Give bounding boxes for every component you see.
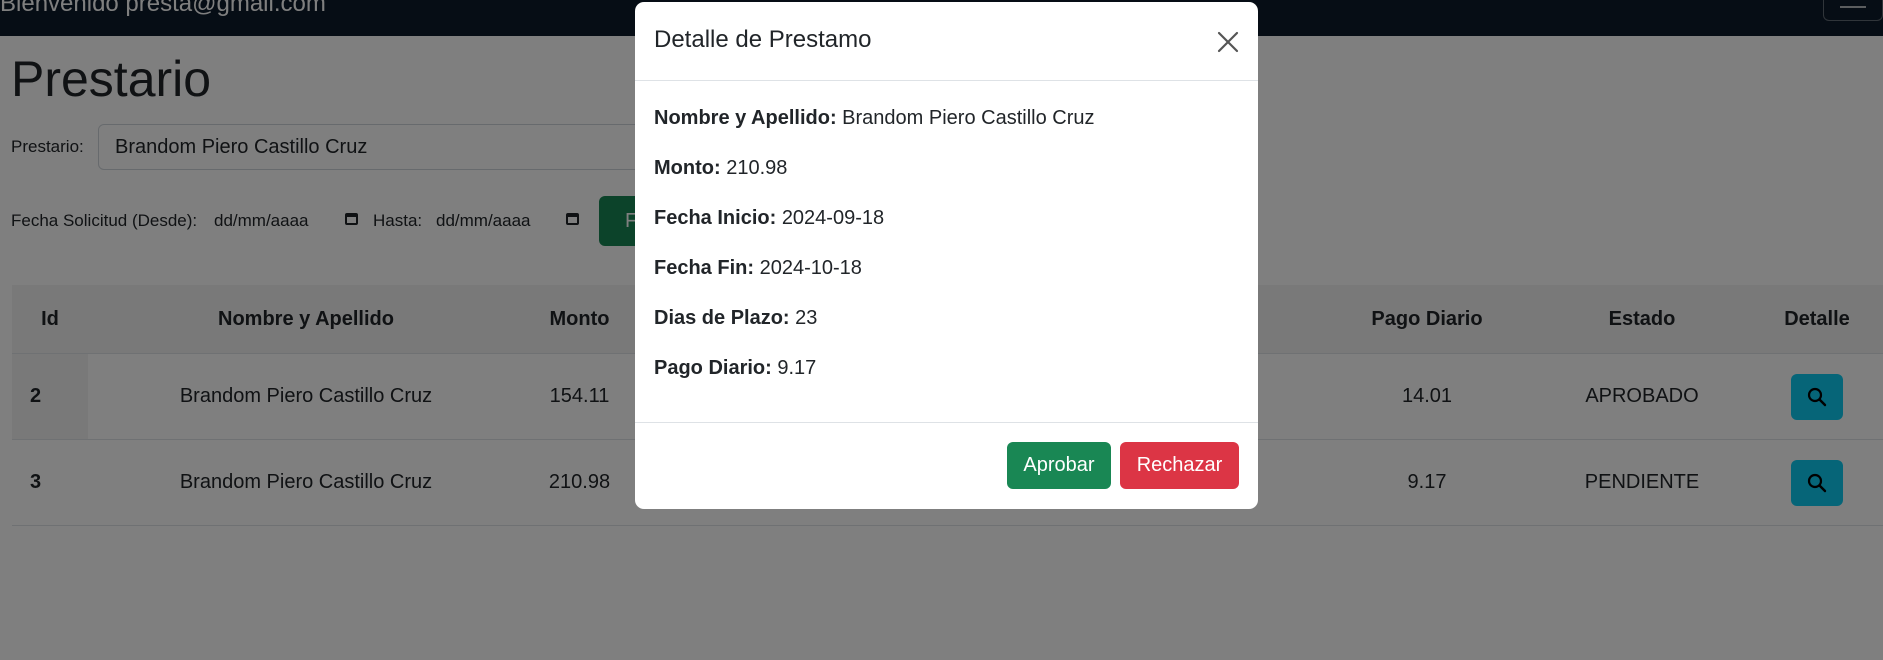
detail-dias-plazo: Dias de Plazo: 23 (654, 307, 817, 330)
detail-value: Brandom Piero Castillo Cruz (842, 107, 1095, 129)
detail-label: Fecha Inicio: (654, 207, 777, 229)
detail-value: 23 (795, 307, 818, 329)
detail-fecha-fin: Fecha Fin: 2024-10-18 (654, 257, 862, 280)
detail-value: 2024-10-18 (759, 257, 862, 279)
detail-value: 9.17 (777, 357, 817, 379)
detail-label: Pago Diario: (654, 357, 772, 379)
modal-footer: Aprobar Rechazar (635, 422, 1258, 509)
modal-header: Detalle de Prestamo (635, 2, 1258, 81)
detail-label: Dias de Plazo: (654, 307, 790, 329)
detail-value: 210.98 (726, 157, 788, 179)
detail-value: 2024-09-18 (781, 207, 885, 229)
loan-detail-modal: Detalle de Prestamo Nombre y Apellido: B… (635, 2, 1258, 509)
close-icon[interactable] (1216, 30, 1240, 54)
detail-label: Fecha Fin: (654, 257, 755, 279)
detail-label: Nombre y Apellido: (654, 107, 837, 129)
detail-pago-diario: Pago Diario: 9.17 (654, 357, 816, 380)
modal-title: Detalle de Prestamo (654, 26, 872, 53)
detail-nombre: Nombre y Apellido: Brandom Piero Castill… (654, 107, 1095, 130)
detail-monto: Monto: 210.98 (654, 157, 787, 180)
approve-button[interactable]: Aprobar (1007, 442, 1111, 489)
detail-label: Monto: (654, 157, 721, 179)
reject-button[interactable]: Rechazar (1120, 442, 1239, 489)
detail-fecha-inicio: Fecha Inicio: 2024-09-18 (654, 207, 884, 230)
